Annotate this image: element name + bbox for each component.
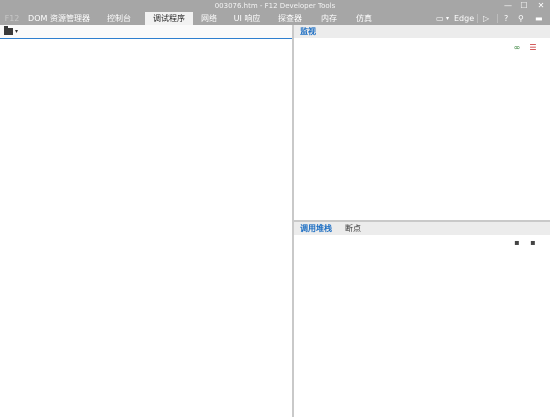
callstack-header: 调用堆栈 断点 [294, 222, 550, 235]
browser-mode-icon[interactable]: ▭ [436, 12, 444, 25]
tab-ui-responsiveness[interactable]: UI 响应 [230, 12, 264, 25]
help-button[interactable]: ? [504, 12, 508, 25]
window-title: 003076.htm - F12 Developer Tools [214, 2, 336, 10]
callstack-pane: 调用堆栈 断点 ▪ ▪ [294, 222, 550, 417]
tab-call-stack[interactable]: 调用堆栈 [300, 222, 332, 235]
f12-label: F12 [4, 14, 20, 23]
tab-watches[interactable]: 监视 [300, 25, 316, 38]
show-frames-icon[interactable]: ▪ [512, 238, 522, 248]
tab-memory[interactable]: 内存 [318, 12, 340, 25]
open-document-icon[interactable] [4, 26, 13, 35]
console-toggle-icon[interactable]: ▷ [483, 12, 489, 25]
chevron-down-icon[interactable]: ▾ [15, 27, 18, 36]
add-watch-icon[interactable]: ∞ [512, 43, 522, 53]
separator [497, 14, 498, 23]
delete-watch-icon[interactable]: ☰ [528, 43, 538, 53]
pin-icon[interactable]: ⚲ [518, 12, 524, 25]
watch-pane: 监视 ∞ ☰ [294, 25, 550, 220]
separator [477, 14, 478, 23]
tab-emulation[interactable]: 仿真 [353, 12, 375, 25]
browser-mode-dropdown-icon[interactable]: ▾ [446, 12, 449, 25]
minimize-button[interactable]: — [500, 0, 516, 12]
tab-network[interactable]: 网络 [197, 12, 221, 25]
emulation-mode-label[interactable]: Edge [454, 12, 474, 25]
tab-debugger[interactable]: 调试程序 [145, 12, 193, 25]
maximize-button[interactable]: ☐ [516, 0, 532, 12]
tab-profiler[interactable]: 探查器 [275, 12, 305, 25]
watch-header: 监视 [294, 25, 550, 38]
tab-console[interactable]: 控制台 [100, 12, 138, 25]
title-bar: 003076.htm - F12 Developer Tools — ☐ ✕ [0, 0, 550, 12]
close-button[interactable]: ✕ [533, 0, 549, 12]
dock-icon[interactable]: ▬ [535, 12, 543, 25]
tool-tab-bar: F12 DOM 资源管理器 控制台 调试程序 网络 UI 响应 探查器 内存 仿… [0, 12, 550, 25]
source-toolbar: ▾ [0, 25, 292, 39]
tab-breakpoints[interactable]: 断点 [345, 222, 361, 235]
source-pane[interactable]: ▾ [0, 25, 292, 417]
tab-dom-explorer[interactable]: DOM 资源管理器 [28, 12, 90, 25]
show-code-icon[interactable]: ▪ [528, 238, 538, 248]
